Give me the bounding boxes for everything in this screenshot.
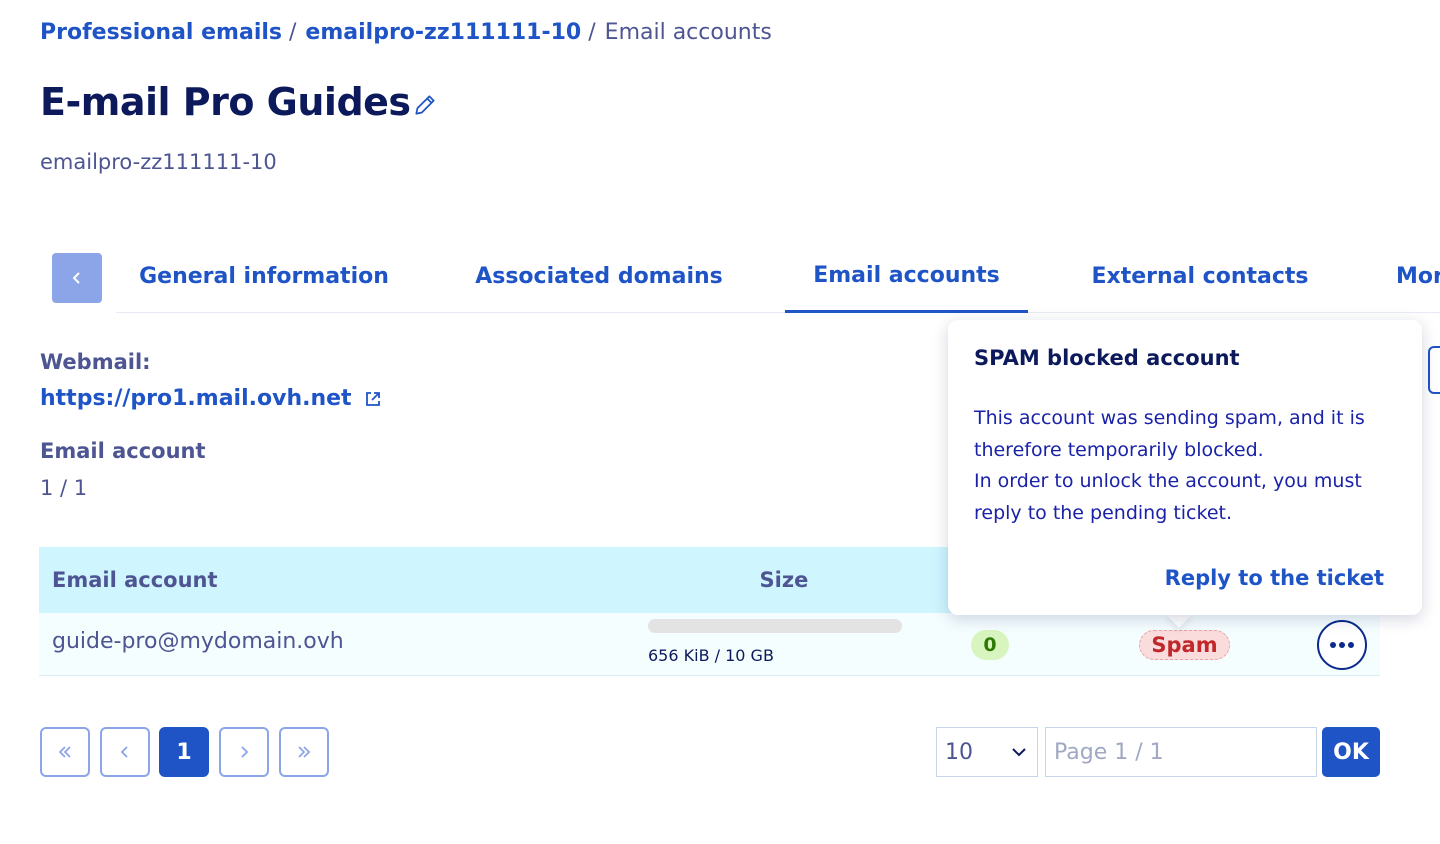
tabs-scroll-left-button[interactable]	[52, 253, 102, 303]
external-link-icon	[365, 391, 380, 406]
breadcrumb-link-professional-emails[interactable]: Professional emails	[40, 20, 282, 45]
double-chevron-right-icon	[298, 746, 311, 758]
breadcrumb-link-service[interactable]: emailpro-zz111111-10	[305, 20, 581, 45]
double-chevron-left-icon	[58, 746, 71, 758]
webmail-link[interactable]: https://pro1.mail.ovh.net	[40, 386, 382, 411]
tab-more[interactable]: Mor	[1396, 240, 1440, 313]
account-email: guide-pro@mydomain.ovh	[52, 629, 344, 654]
webmail-url: https://pro1.mail.ovh.net	[40, 386, 352, 411]
column-header-size[interactable]: Size	[760, 568, 809, 592]
next-page-button[interactable]	[219, 727, 269, 777]
email-account-count: 1 / 1	[40, 476, 88, 500]
pencil-icon	[415, 95, 435, 115]
page-number-input[interactable]	[1045, 727, 1317, 777]
tab-associated-domains[interactable]: Associated domains	[472, 240, 726, 313]
webmail-label: Webmail:	[40, 350, 151, 374]
edit-title-button[interactable]	[410, 90, 440, 120]
email-account-label: Email account	[40, 439, 206, 463]
row-actions-button[interactable]	[1317, 620, 1367, 670]
last-page-button[interactable]	[279, 727, 329, 777]
popover-body-line2: In order to unlock the account, you must…	[974, 470, 1362, 524]
spam-popover: SPAM blocked account This account was se…	[948, 320, 1422, 615]
page-size-value: 10	[945, 739, 973, 765]
count-badge: 0	[971, 630, 1009, 660]
add-account-button-edge[interactable]	[1428, 346, 1440, 394]
page-subtitle: emailpro-zz111111-10	[40, 150, 277, 174]
more-horizontal-icon	[1330, 642, 1354, 648]
popover-body-line1: This account was sending spam, and it is…	[974, 407, 1365, 461]
popover-title: SPAM blocked account	[974, 346, 1240, 370]
first-page-button[interactable]	[40, 727, 90, 777]
tab-external-contacts[interactable]: External contacts	[1091, 240, 1309, 313]
chevron-left-icon	[72, 272, 80, 284]
column-header-email[interactable]: Email account	[52, 568, 218, 592]
tab-bar: General information Associated domains E…	[116, 240, 1440, 313]
breadcrumb-current: Email accounts	[604, 20, 772, 45]
quota-text: 656 KiB / 10 GB	[648, 646, 774, 665]
popover-body: This account was sending spam, and it is…	[974, 403, 1394, 529]
breadcrumb: Professional emails / emailpro-zz111111-…	[40, 20, 772, 45]
chevron-left-icon	[120, 746, 128, 758]
reply-ticket-link[interactable]: Reply to the ticket	[1165, 566, 1384, 590]
tab-general-information[interactable]: General information	[136, 240, 392, 313]
tab-email-accounts[interactable]: Email accounts	[785, 240, 1028, 313]
page-1-button[interactable]: 1	[159, 727, 209, 777]
breadcrumb-separator: /	[588, 20, 596, 45]
chevron-right-icon	[241, 746, 249, 758]
previous-page-button[interactable]	[100, 727, 150, 777]
go-to-page-button[interactable]: OK	[1322, 727, 1380, 777]
spam-status-badge[interactable]: Spam	[1139, 630, 1230, 660]
breadcrumb-separator: /	[289, 20, 297, 45]
quota-progress-bar	[648, 619, 902, 633]
chevron-down-icon	[1012, 748, 1026, 757]
page-size-select[interactable]: 10	[936, 727, 1038, 777]
page-title: E-mail Pro Guides	[40, 80, 411, 124]
